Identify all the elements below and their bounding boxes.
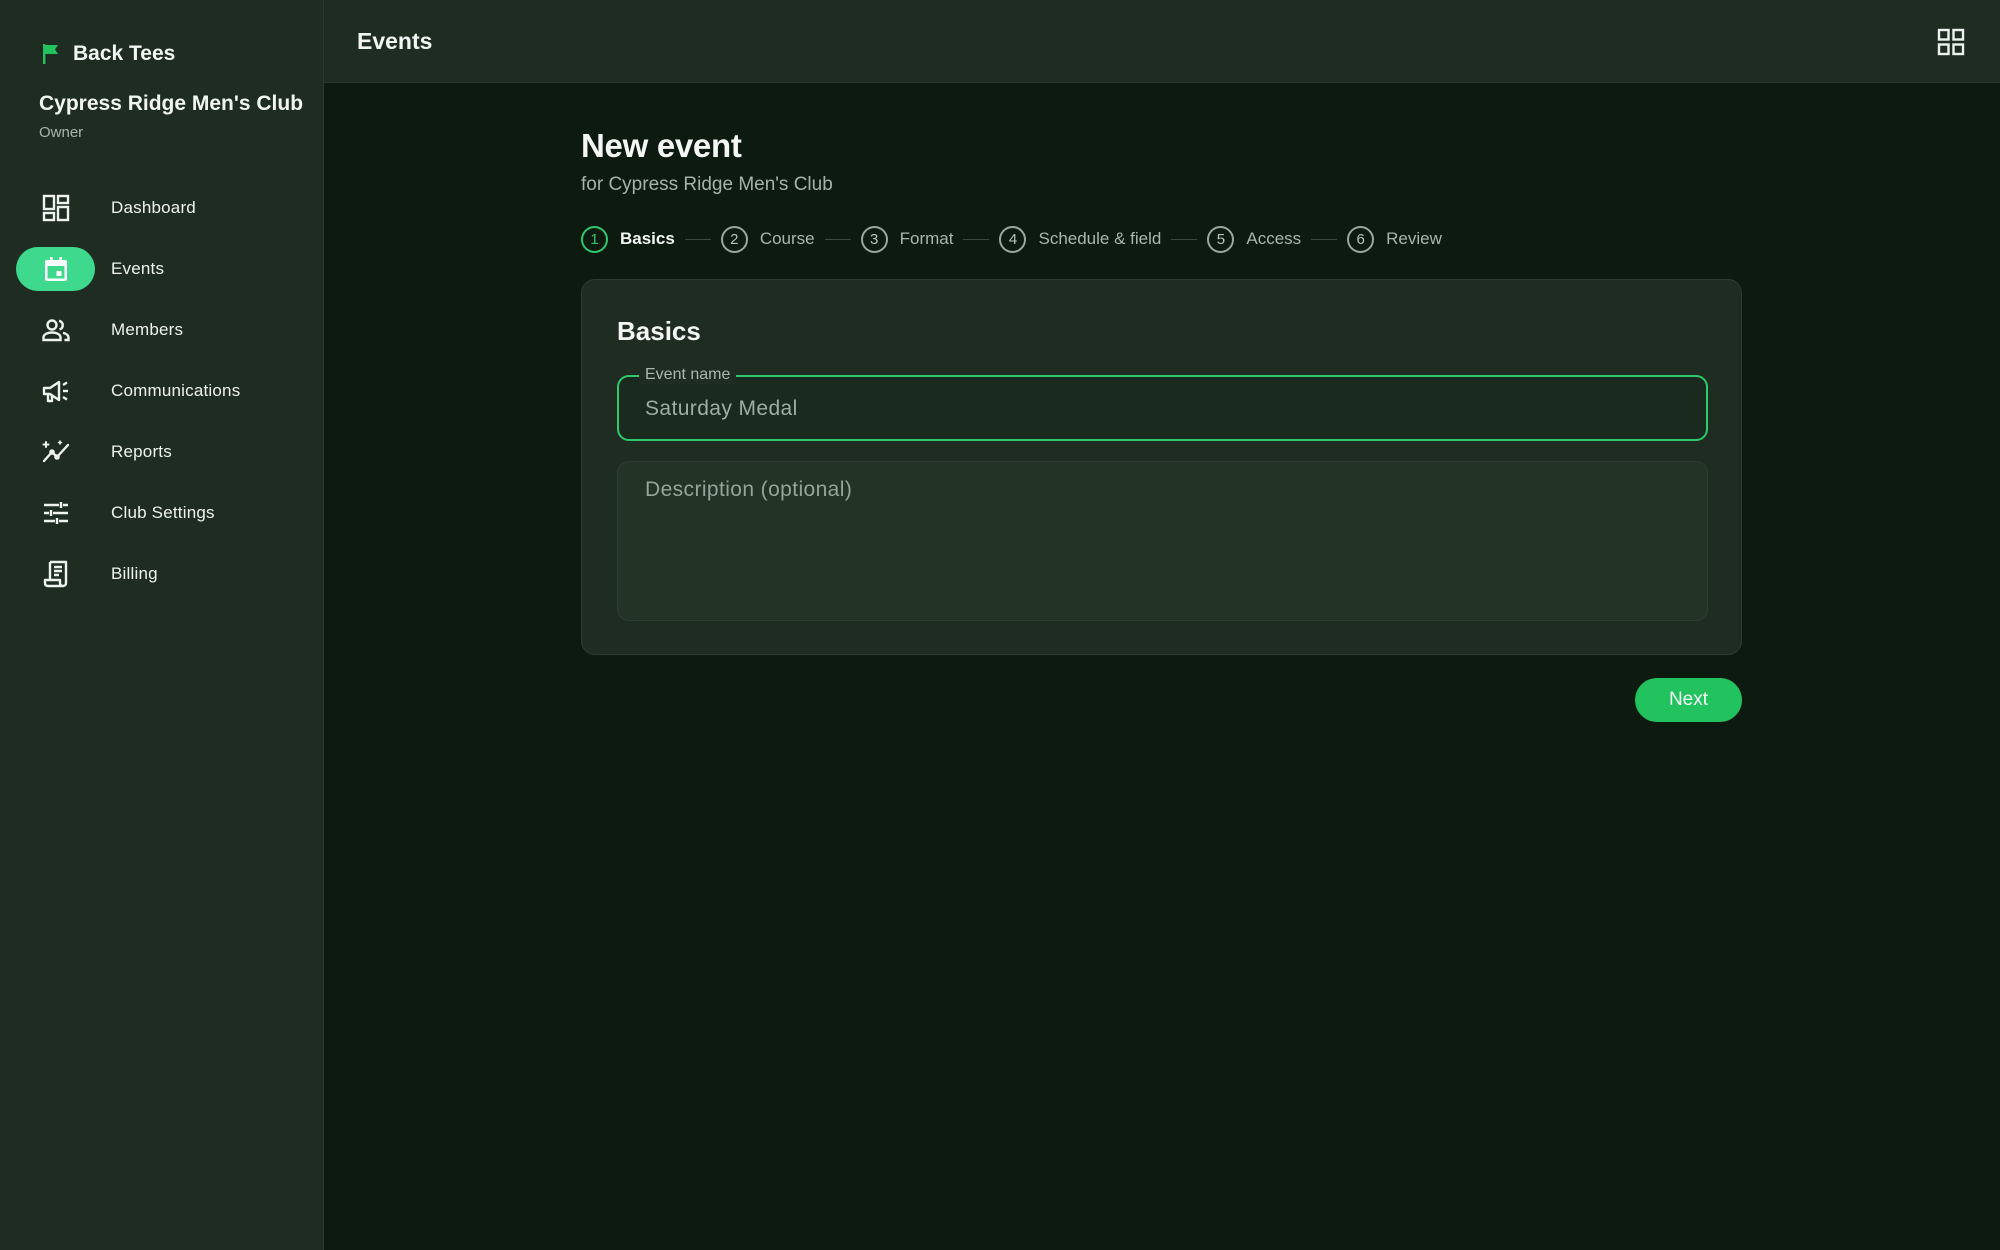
dashboard-icon: [42, 194, 69, 221]
step-label: Course: [759, 229, 815, 248]
club-name: Cypress Ridge Men's Club: [39, 92, 304, 115]
next-button[interactable]: Next: [1635, 678, 1742, 722]
step-number: 5: [1207, 225, 1235, 253]
sidebar-item-label: Members: [111, 319, 184, 339]
club-role: Owner: [39, 124, 84, 141]
step-connector: [1311, 238, 1338, 240]
sidebar-item-label: Reports: [111, 441, 172, 461]
top-bar: Events: [324, 0, 2000, 83]
page-subtitle: for Cypress Ridge Men's Club: [581, 174, 833, 195]
sidebar-item-label: Billing: [111, 563, 158, 583]
sidebar-item-billing[interactable]: Billing: [0, 543, 323, 604]
event-name-value: Saturday Medal: [645, 397, 798, 420]
megaphone-icon: [42, 380, 68, 402]
step-review[interactable]: 6 Review: [1347, 225, 1442, 253]
receipt-icon: [43, 560, 67, 587]
step-number: 6: [1347, 225, 1375, 253]
page-title: New event: [581, 127, 742, 164]
calendar-icon: [44, 256, 67, 281]
step-format[interactable]: 3 Format: [860, 225, 954, 253]
description-placeholder: Description (optional): [645, 478, 853, 501]
step-connector: [1171, 238, 1198, 240]
event-name-field[interactable]: Event name Saturday Medal: [617, 366, 1708, 441]
sidebar-item-events[interactable]: Events: [0, 238, 323, 299]
step-number: 3: [860, 225, 888, 253]
trend-icon: [42, 439, 69, 462]
description-field[interactable]: Description (optional): [617, 461, 1708, 621]
step-connector: [684, 238, 711, 240]
brand[interactable]: Back Tees: [41, 42, 175, 66]
step-course[interactable]: 2 Course: [720, 225, 815, 253]
card-title: Basics: [617, 316, 701, 346]
sidebar-item-reports[interactable]: Reports: [0, 421, 323, 482]
wizard-stepper: 1 Basics 2 Course 3 Format 4 Schedule & …: [581, 223, 1442, 255]
page-header-title: Events: [357, 28, 433, 54]
step-connector: [824, 238, 851, 240]
step-number: 2: [720, 225, 748, 253]
step-label: Schedule & field: [1038, 229, 1162, 248]
basics-card: Basics Event name Saturday Medal Descrip…: [581, 279, 1742, 655]
apps-button[interactable]: [1936, 27, 1966, 57]
people-icon: [41, 318, 70, 341]
sidebar-item-label: Dashboard: [111, 197, 196, 217]
sidebar: Back Tees Cypress Ridge Men's Club Owner…: [0, 0, 324, 1250]
step-basics[interactable]: 1 Basics: [581, 225, 675, 253]
step-number: 1: [581, 225, 608, 253]
step-label: Format: [899, 229, 954, 248]
sidebar-item-club-settings[interactable]: Club Settings: [0, 482, 323, 543]
sidebar-item-dashboard[interactable]: Dashboard: [0, 177, 323, 238]
sidebar-item-communications[interactable]: Communications: [0, 360, 323, 421]
step-label: Basics: [620, 229, 675, 248]
sidebar-item-label: Events: [111, 258, 165, 278]
step-schedule-field[interactable]: 4 Schedule & field: [999, 225, 1162, 253]
flag-icon: [43, 44, 58, 64]
step-number: 4: [999, 225, 1027, 253]
sidebar-nav: Dashboard Events Members Communications …: [0, 177, 323, 604]
sidebar-item-members[interactable]: Members: [0, 299, 323, 360]
step-label: Access: [1246, 229, 1302, 248]
sidebar-item-label: Club Settings: [111, 502, 215, 522]
sliders-icon: [43, 501, 68, 524]
brand-name: Back Tees: [73, 42, 176, 65]
event-name-label: Event name: [639, 366, 737, 384]
step-connector: [963, 238, 990, 240]
step-access[interactable]: 5 Access: [1207, 225, 1302, 253]
step-label: Review: [1386, 229, 1442, 248]
apps-grid-icon: [1937, 28, 1965, 56]
sidebar-item-label: Communications: [111, 380, 241, 400]
